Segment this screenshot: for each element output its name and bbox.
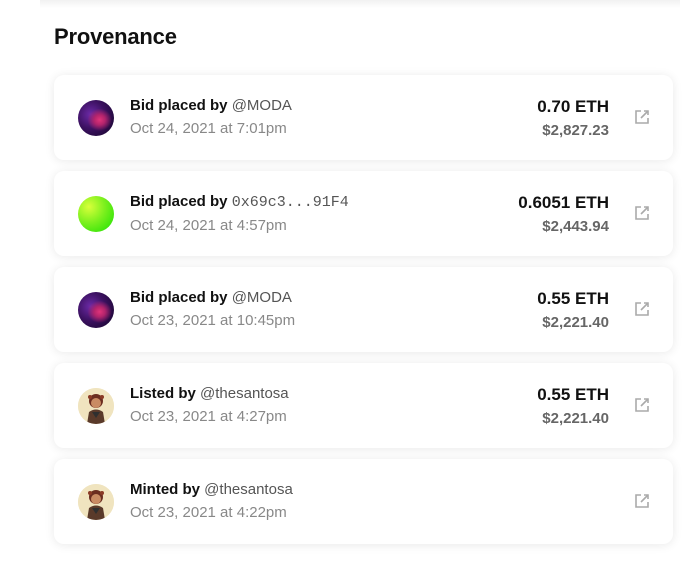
thesantosa-avatar[interactable] [78,388,114,424]
event-amount: 0.55 ETH $2,221.40 [537,289,609,331]
eth-amount: 0.6051 ETH [518,193,609,212]
actor-link[interactable]: @thesantosa [200,385,289,402]
external-link-icon[interactable] [633,108,651,126]
provenance-row: Listed by @thesantosa Oct 23, 2021 at 4:… [54,363,673,448]
event-amount: 0.6051 ETH $2,443.94 [518,193,609,235]
eth-amount: 0.55 ETH [537,289,609,308]
event-title: Bid placed by @MODA [130,97,292,114]
usd-amount: $2,443.94 [542,218,609,235]
event-title: Bid placed by @MODA [130,289,295,306]
green-gradient-avatar[interactable] [78,196,114,232]
event-info: Bid placed by 0x69c3...91F4 Oct 24, 2021… [130,193,349,234]
event-title: Listed by @thesantosa [130,385,289,402]
event-info: Bid placed by @MODA Oct 23, 2021 at 10:4… [130,289,295,329]
actor-address-link[interactable]: 0x69c3...91F4 [232,194,349,211]
event-action: Minted by [130,481,200,498]
event-action: Bid placed by [130,193,228,210]
provenance-row: Bid placed by @MODA Oct 24, 2021 at 7:01… [54,75,673,160]
event-date: Oct 24, 2021 at 7:01pm [130,120,287,137]
event-info: Bid placed by @MODA Oct 24, 2021 at 7:01… [130,97,292,137]
actor-link[interactable]: @MODA [232,97,292,114]
provenance-row: Minted by @thesantosa Oct 23, 2021 at 4:… [54,459,673,544]
event-info: Listed by @thesantosa Oct 23, 2021 at 4:… [130,385,289,425]
event-info: Minted by @thesantosa Oct 23, 2021 at 4:… [130,481,293,521]
external-link-icon[interactable] [633,204,651,222]
event-action: Listed by [130,385,196,402]
previous-card-edge [40,0,680,8]
event-amount: 0.70 ETH $2,827.23 [537,97,609,139]
provenance-list: Bid placed by @MODA Oct 24, 2021 at 7:01… [54,75,673,555]
actor-link[interactable]: @thesantosa [204,481,293,498]
event-date: Oct 24, 2021 at 4:57pm [130,217,287,234]
actor-link[interactable]: @MODA [232,289,292,306]
usd-amount: $2,221.40 [542,410,609,427]
external-link-icon[interactable] [633,492,651,510]
moda-avatar[interactable] [78,100,114,136]
event-date: Oct 23, 2021 at 10:45pm [130,312,296,329]
external-link-icon[interactable] [633,396,651,414]
event-action: Bid placed by [130,97,228,114]
event-date: Oct 23, 2021 at 4:22pm [130,504,287,521]
usd-amount: $2,827.23 [542,122,609,139]
event-title: Minted by @thesantosa [130,481,293,498]
thesantosa-avatar[interactable] [78,484,114,520]
eth-amount: 0.70 ETH [537,97,609,116]
event-amount: 0.55 ETH $2,221.40 [537,385,609,427]
usd-amount: $2,221.40 [542,314,609,331]
external-link-icon[interactable] [633,300,651,318]
event-date: Oct 23, 2021 at 4:27pm [130,408,287,425]
event-title: Bid placed by 0x69c3...91F4 [130,193,349,211]
eth-amount: 0.55 ETH [537,385,609,404]
event-action: Bid placed by [130,289,228,306]
provenance-row: Bid placed by 0x69c3...91F4 Oct 24, 2021… [54,171,673,256]
moda-avatar[interactable] [78,292,114,328]
section-title: Provenance [54,24,177,49]
provenance-row: Bid placed by @MODA Oct 23, 2021 at 10:4… [54,267,673,352]
